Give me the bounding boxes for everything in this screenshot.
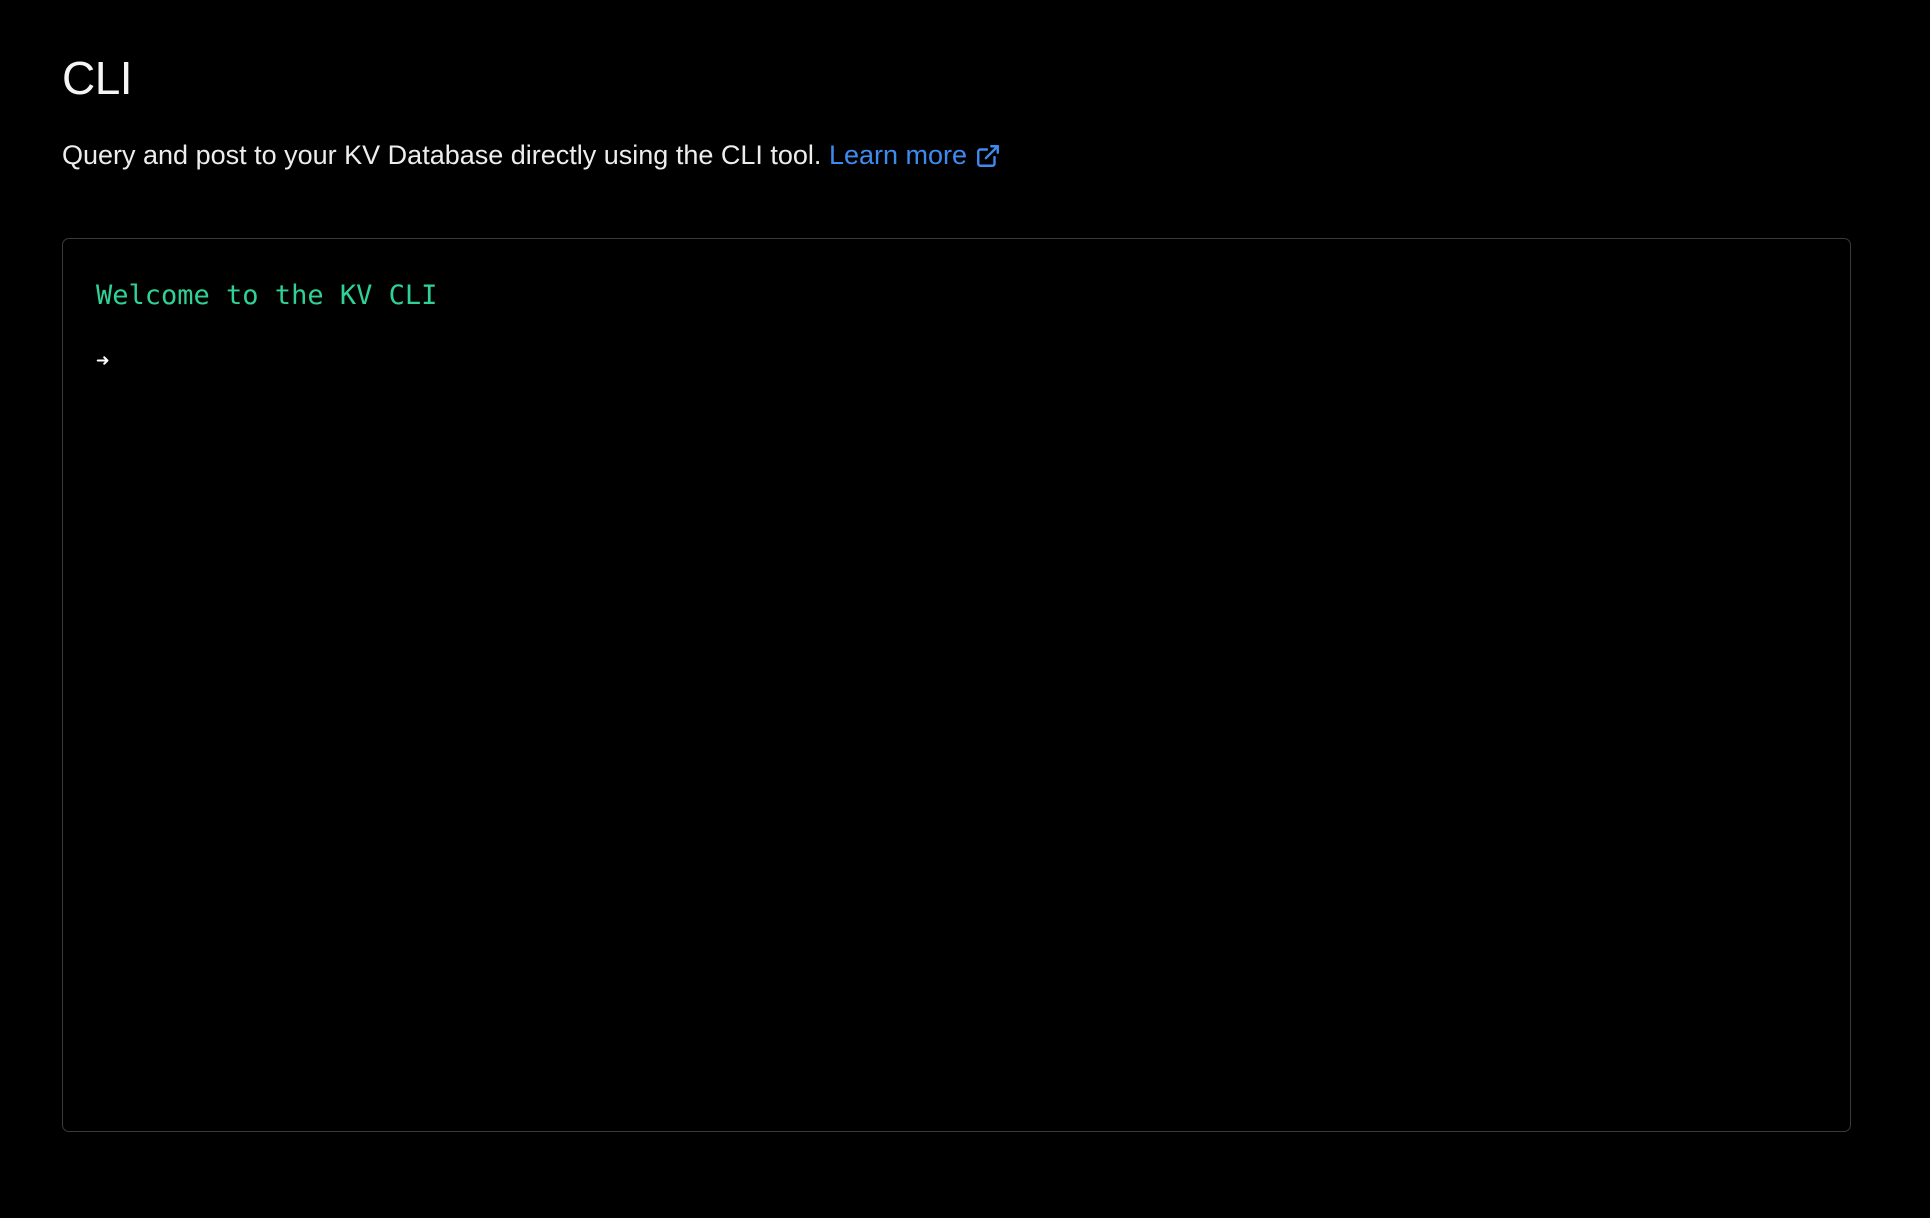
cli-terminal[interactable]: Welcome to the KV CLI ➜ xyxy=(62,238,1851,1132)
external-link-icon xyxy=(975,143,1001,169)
learn-more-label: Learn more xyxy=(828,140,968,170)
prompt-arrow-icon: ➜ xyxy=(96,348,110,374)
cli-command-input[interactable] xyxy=(130,344,1820,378)
learn-more-link[interactable]: Learn more xyxy=(829,137,1001,173)
page-description: Query and post to your KV Database direc… xyxy=(62,137,1001,173)
page-title: CLI xyxy=(62,52,133,104)
terminal-welcome-message: Welcome to the KV CLI xyxy=(96,280,438,311)
description-text: Query and post to your KV Database direc… xyxy=(62,140,822,170)
terminal-prompt-line: ➜ xyxy=(96,343,1820,379)
